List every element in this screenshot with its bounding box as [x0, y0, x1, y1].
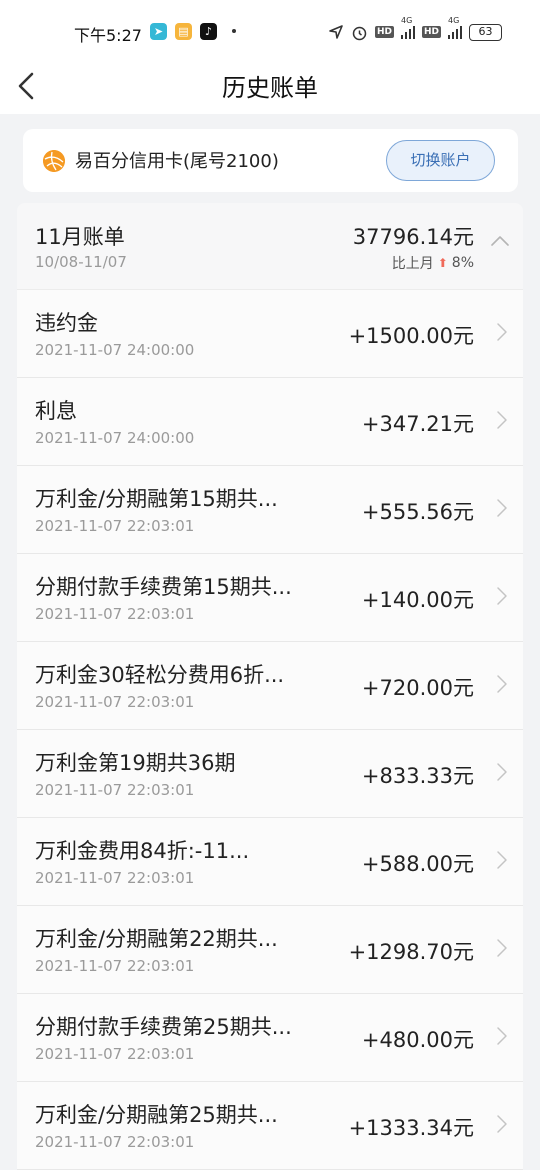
transaction-title: 万利金第19期共36期	[35, 751, 236, 775]
transaction-row[interactable]: 利息 2021-11-07 24:00:00 +347.21元	[17, 378, 523, 466]
transaction-row[interactable]: 万利金/分期融第22期共... 2021-11-07 22:03:01 +129…	[17, 906, 523, 994]
network-type-1: 4G	[400, 16, 413, 25]
tiktok-app-icon: ♪	[200, 23, 217, 40]
chevron-right-icon	[497, 1027, 507, 1045]
account-card: 易百分信用卡(尾号2100) 切换账户	[23, 129, 518, 192]
up-arrow-icon: ⬆	[437, 256, 448, 270]
more-notifications-dot	[232, 29, 236, 33]
compare-value: 8%	[451, 255, 474, 271]
system-icons: HD 4G HD 4G 63	[328, 16, 502, 42]
chevron-right-icon	[497, 1115, 507, 1133]
transaction-row[interactable]: 万利金30轻松分费用6折... 2021-11-07 22:03:01 +720…	[17, 642, 523, 730]
chevron-right-icon	[497, 587, 507, 605]
chevron-right-icon	[497, 763, 507, 781]
transaction-time: 2021-11-07 22:03:01	[35, 781, 195, 799]
transaction-list: 违约金 2021-11-07 24:00:00 +1500.00元 利息 202…	[17, 290, 523, 1170]
transaction-time: 2021-11-07 22:03:01	[35, 605, 195, 623]
chevron-up-icon[interactable]	[489, 230, 511, 252]
telegram-app-icon: ➤	[150, 23, 167, 40]
transaction-title: 万利金/分期融第25期共...	[35, 1103, 278, 1127]
transaction-title: 万利金/分期融第15期共...	[35, 487, 278, 511]
transaction-amount: +1333.34元	[348, 1116, 474, 1140]
switch-account-button[interactable]: 切换账户	[386, 140, 495, 181]
transaction-row[interactable]: 分期付款手续费第15期共... 2021-11-07 22:03:01 +140…	[17, 554, 523, 642]
battery-icon: 63	[469, 23, 502, 41]
chevron-right-icon	[497, 939, 507, 957]
transaction-time: 2021-11-07 22:03:01	[35, 869, 195, 887]
transaction-title: 违约金	[35, 311, 98, 335]
card-logo-icon	[43, 150, 65, 172]
month-range: 10/08-11/07	[35, 253, 127, 271]
transaction-amount: +347.21元	[361, 412, 474, 436]
chevron-right-icon	[497, 323, 507, 341]
transaction-time: 2021-11-07 24:00:00	[35, 341, 195, 359]
location-icon	[329, 25, 343, 39]
transaction-title: 分期付款手续费第15期共...	[35, 575, 292, 599]
transaction-row[interactable]: 万利金费用84折:-11... 2021-11-07 22:03:01 +588…	[17, 818, 523, 906]
transaction-row[interactable]: 违约金 2021-11-07 24:00:00 +1500.00元	[17, 290, 523, 378]
transaction-row[interactable]: 分期付款手续费第25期共... 2021-11-07 22:03:01 +480…	[17, 994, 523, 1082]
transaction-time: 2021-11-07 24:00:00	[35, 429, 195, 447]
hd-badge-2: HD	[421, 26, 441, 38]
page-title: 历史账单	[222, 74, 318, 102]
transaction-row[interactable]: 万利金第19期共36期 2021-11-07 22:03:01 +833.33元	[17, 730, 523, 818]
month-title: 11月账单	[35, 225, 125, 249]
alarm-icon	[352, 26, 367, 40]
month-total: 37796.14元	[352, 225, 474, 249]
hd-badge-1: HD	[374, 26, 394, 38]
transaction-row[interactable]: 万利金/分期融第15期共... 2021-11-07 22:03:01 +555…	[17, 466, 523, 554]
transaction-amount: +1500.00元	[348, 324, 474, 348]
compare-label: 比上月	[391, 256, 434, 272]
transaction-amount: +480.00元	[361, 1028, 474, 1052]
transaction-amount: +140.00元	[361, 588, 474, 612]
transaction-time: 2021-11-07 22:03:01	[35, 517, 195, 535]
signal-icon-1: 4G	[400, 16, 415, 39]
chevron-right-icon	[497, 851, 507, 869]
chevron-right-icon	[497, 499, 507, 517]
chevron-right-icon	[497, 411, 507, 429]
transaction-title: 万利金30轻松分费用6折...	[35, 663, 285, 687]
month-compare: 比上月 ⬆ 8%	[392, 253, 474, 273]
month-summary[interactable]: 11月账单 10/08-11/07 37796.14元 比上月 ⬆ 8%	[17, 203, 523, 290]
network-type-2: 4G	[448, 16, 460, 25]
transaction-amount: +833.33元	[361, 764, 474, 788]
transaction-amount: +1298.70元	[348, 940, 474, 964]
signal-icon-2: 4G	[448, 16, 462, 39]
transaction-time: 2021-11-07 22:03:01	[35, 957, 195, 975]
account-name: 易百分信用卡(尾号2100)	[75, 151, 279, 172]
bill-list: 11月账单 10/08-11/07 37796.14元 比上月 ⬆ 8% 违约金…	[17, 203, 523, 1170]
chevron-right-icon	[497, 675, 507, 693]
transaction-amount: +555.56元	[361, 500, 474, 524]
transaction-title: 万利金/分期融第22期共...	[35, 927, 278, 951]
transaction-title: 万利金费用84折:-11...	[35, 839, 250, 863]
transaction-time: 2021-11-07 22:03:01	[35, 693, 195, 711]
notes-app-icon: ▤	[175, 23, 192, 40]
status-time: 下午5:27	[74, 26, 142, 45]
transaction-amount: +720.00元	[361, 676, 474, 700]
transaction-title: 分期付款手续费第25期共...	[35, 1015, 292, 1039]
transaction-amount: +588.00元	[361, 852, 474, 876]
nav-bar: 历史账单	[0, 62, 540, 114]
transaction-time: 2021-11-07 22:03:01	[35, 1133, 195, 1151]
status-bar: 下午5:27 ➤ ▤ ♪ HD 4G HD 4G 63	[0, 0, 540, 62]
transaction-row[interactable]: 万利金/分期融第25期共... 2021-11-07 22:03:01 +133…	[17, 1082, 523, 1170]
transaction-title: 利息	[35, 399, 77, 423]
transaction-time: 2021-11-07 22:03:01	[35, 1045, 195, 1063]
